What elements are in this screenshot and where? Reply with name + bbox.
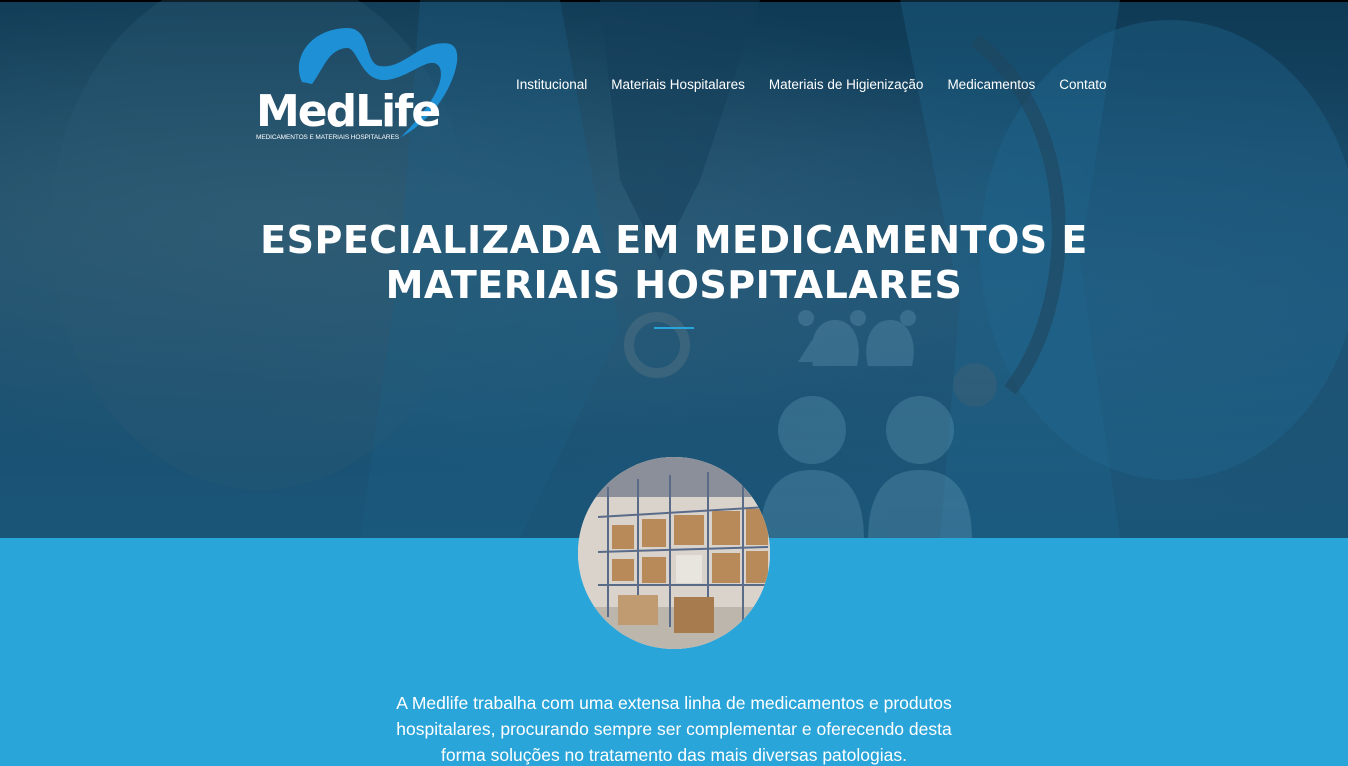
intro-line-3: forma soluções no tratamento das mais di… (441, 745, 907, 765)
hero-headline-line-2: MATERIAIS HOSPITALARES (385, 263, 963, 307)
intro-line-1: A Medlife trabalha com uma extensa linha… (396, 693, 952, 713)
hero-headline: ESPECIALIZADA EM MEDICAMENTOS E MATERIAI… (0, 218, 1348, 308)
headline-divider (654, 327, 694, 329)
nav-item-institucional[interactable]: Institucional (516, 77, 587, 92)
hero-headline-line-1: ESPECIALIZADA EM MEDICAMENTOS E (260, 218, 1088, 262)
intro-paragraph: A Medlife trabalha com uma extensa linha… (340, 690, 1008, 766)
warehouse-shelves-illustration (578, 457, 770, 649)
brand-logo[interactable]: MedLife MEDICAMENTOS E MATERIAIS HOSPITA… (254, 22, 460, 144)
warehouse-photo (578, 457, 770, 649)
nav-item-materiais-higienizacao[interactable]: Materiais de Higienização (769, 77, 924, 92)
main-nav: Institucional Materiais Hospitalares Mat… (516, 77, 1131, 92)
logo-tagline: MEDICAMENTOS E MATERIAIS HOSPITALARES (256, 134, 399, 141)
nav-item-medicamentos[interactable]: Medicamentos (947, 77, 1035, 92)
nav-item-contato[interactable]: Contato (1059, 77, 1106, 92)
intro-line-2: hospitalares, procurando sempre ser comp… (396, 719, 952, 739)
nav-item-materiais-hospitalares[interactable]: Materiais Hospitalares (611, 77, 745, 92)
logo-wordmark: MedLife (256, 86, 441, 137)
